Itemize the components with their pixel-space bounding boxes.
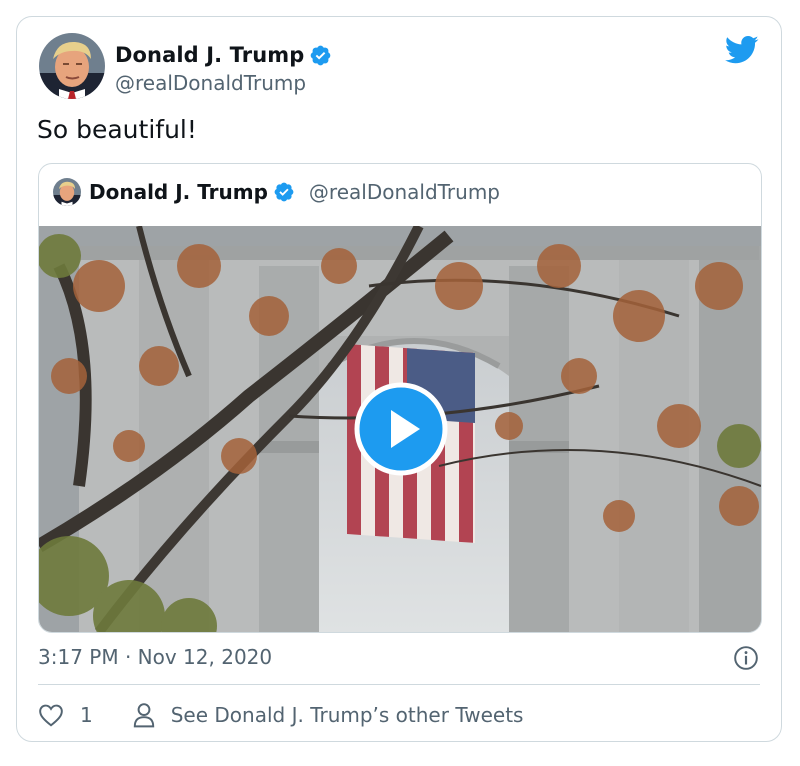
info-icon[interactable] — [733, 645, 759, 671]
author-display-name[interactable]: Donald J. Trump — [115, 43, 304, 67]
quoted-author-handle: @realDonaldTrump — [308, 180, 500, 204]
heart-icon — [39, 704, 63, 727]
like-button[interactable]: 1 — [38, 703, 93, 727]
other-tweets-link[interactable]: See Donald J. Trump’s other Tweets — [133, 702, 524, 728]
author-handle[interactable]: @realDonaldTrump — [115, 71, 332, 95]
play-icon[interactable] — [354, 382, 448, 476]
verified-badge-icon — [311, 45, 331, 65]
author-avatar[interactable] — [39, 33, 105, 99]
author-info: Donald J. Trump @realDonaldTrump — [115, 41, 332, 95]
quoted-tweet[interactable]: Donald J. Trump @realDonaldTrump — [38, 163, 762, 633]
tweet-timestamp[interactable]: 3:17 PM · Nov 12, 2020 — [38, 645, 272, 669]
quoted-author-avatar — [53, 178, 81, 206]
tweet-header: Donald J. Trump @realDonaldTrump — [37, 31, 761, 101]
divider — [38, 684, 760, 685]
person-icon — [133, 703, 154, 728]
tweet-text: So beautiful! — [37, 115, 197, 144]
like-count: 1 — [80, 703, 93, 727]
twitter-bird-icon[interactable] — [725, 35, 759, 65]
tweet-embed-card[interactable]: Donald J. Trump @realDonaldTrump So beau… — [16, 16, 782, 742]
tweet-actions: 1 See Donald J. Trump’s other Tweets — [38, 700, 523, 730]
video-thumbnail[interactable] — [39, 226, 761, 632]
verified-badge-icon — [274, 182, 294, 202]
other-tweets-label: See Donald J. Trump’s other Tweets — [170, 703, 524, 727]
quoted-author-display-name: Donald J. Trump — [89, 180, 268, 204]
author-name-row: Donald J. Trump — [115, 41, 332, 69]
quoted-tweet-header: Donald J. Trump @realDonaldTrump — [53, 176, 500, 208]
